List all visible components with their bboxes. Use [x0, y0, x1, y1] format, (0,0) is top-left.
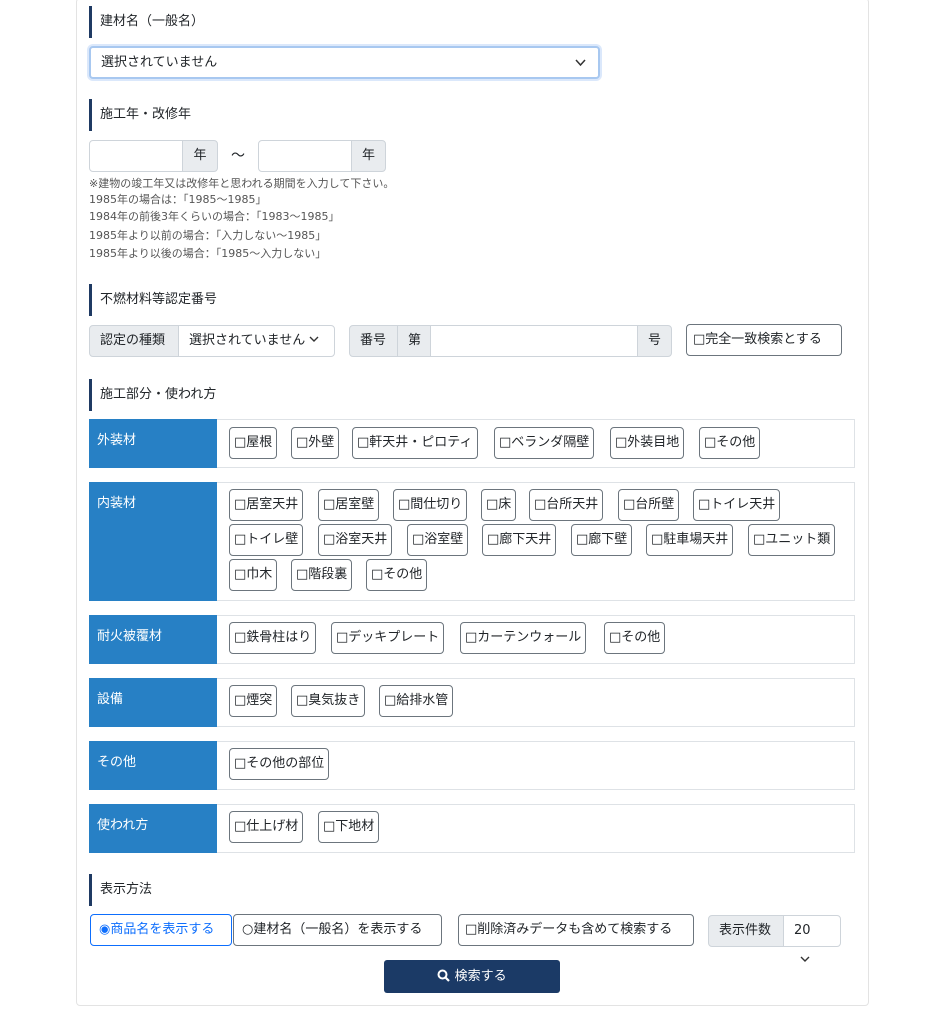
cert-number-label: 番号: [349, 325, 398, 357]
checkbox-exterior-wall[interactable]: □外壁: [291, 427, 340, 459]
checkbox-chimney[interactable]: □煙突: [229, 685, 278, 717]
section-title-display: 表示方法: [89, 874, 152, 906]
row-label-equipment: 設備: [89, 678, 217, 727]
year-from-input[interactable]: [89, 140, 183, 172]
checkbox-bath-wall[interactable]: □浴室壁: [407, 524, 469, 556]
row-label-fireproof: 耐火被覆材: [89, 615, 217, 664]
material-name-select[interactable]: 選択されていません: [89, 46, 600, 79]
checkbox-unit[interactable]: □ユニット類: [748, 524, 836, 556]
checkbox-partition[interactable]: □間仕切り: [393, 489, 468, 521]
cert-number-prefix: 第: [397, 325, 431, 357]
checkbox-eaves-ceiling[interactable]: □軒天井・ピロティ: [352, 427, 478, 459]
checkbox-toilet-ceiling[interactable]: □トイレ天井: [693, 489, 781, 521]
checkbox-veranda-partition[interactable]: □ベランダ隔壁: [494, 427, 595, 459]
row-label-other: その他: [89, 741, 217, 790]
result-count-select[interactable]: 20: [783, 915, 841, 962]
checkbox-finish[interactable]: □仕上げ材: [229, 811, 304, 843]
checkbox-interior-other[interactable]: □その他: [366, 559, 428, 591]
radio-product-name[interactable]: ◉商品名を表示する: [90, 914, 232, 946]
result-count-value: 20: [794, 923, 811, 938]
checkbox-plumbing[interactable]: □給排水管: [379, 685, 454, 717]
search-button[interactable]: 検索する: [384, 960, 560, 993]
cert-type-label: 認定の種類: [89, 325, 179, 357]
material-name-select-value: 選択されていません: [101, 55, 218, 70]
row-label-usage: 使われ方: [89, 804, 217, 853]
search-icon: [437, 969, 451, 984]
checkbox-kitchen-ceiling[interactable]: □台所天井: [529, 489, 604, 521]
checkbox-exterior-joint[interactable]: □外装目地: [610, 427, 685, 459]
checkbox-fireproof-other[interactable]: □その他: [604, 622, 666, 654]
row-label-interior: 内装材: [89, 482, 217, 601]
checkbox-roof[interactable]: □屋根: [229, 427, 278, 459]
checkbox-kitchen-wall[interactable]: □台所壁: [618, 489, 680, 521]
radio-material-name[interactable]: ○建材名（一般名）を表示する: [233, 914, 442, 946]
checkbox-floor[interactable]: □床: [481, 489, 517, 521]
checkbox-room-wall[interactable]: □居室壁: [318, 489, 380, 521]
checkbox-vent[interactable]: □臭気抜き: [291, 685, 366, 717]
checkbox-curtain-wall[interactable]: □カーテンウォール: [460, 622, 587, 654]
exact-match-checkbox[interactable]: □完全一致検索とする: [686, 324, 842, 356]
cert-number-suffix: 号: [637, 325, 672, 357]
checkbox-under-stairs[interactable]: □階段裏: [291, 559, 353, 591]
section-title-construction-year: 施工年・改修年: [89, 99, 191, 131]
row-body-usage: [217, 804, 855, 853]
search-button-label: 検索する: [454, 969, 507, 984]
year-help-example: 1985年より以前の場合：「入力しない〜1985」: [89, 229, 327, 242]
checkbox-parking-ceiling[interactable]: □駐車場天井: [646, 524, 734, 556]
result-count-label: 表示件数: [708, 915, 784, 947]
year-help-example: 1985年の場合は：「1985〜1985」: [89, 193, 267, 206]
year-to-input[interactable]: [258, 140, 352, 172]
year-range-separator: 〜: [231, 148, 245, 164]
include-deleted-checkbox[interactable]: □削除済みデータも含めて検索する: [458, 914, 694, 946]
checkbox-toilet-wall[interactable]: □トイレ壁: [229, 524, 304, 556]
chevron-down-icon: [309, 333, 319, 348]
checkbox-baseboard[interactable]: □巾木: [229, 559, 278, 591]
chevron-down-icon: [800, 953, 810, 968]
checkbox-room-ceiling[interactable]: □居室天井: [229, 489, 304, 521]
section-title-material-name: 建材名（一般名）: [89, 6, 204, 38]
cert-type-select-value: 選択されていません: [189, 333, 306, 348]
row-label-exterior: 外装材: [89, 419, 217, 468]
section-title-certification: 不燃材料等認定番号: [89, 284, 217, 316]
year-to-unit: 年: [351, 140, 386, 172]
year-help-example: 1984年の前後3年くらいの場合：「1983〜1985」: [89, 210, 340, 223]
checkbox-exterior-other[interactable]: □その他: [699, 427, 761, 459]
chevron-down-icon: [575, 48, 586, 88]
checkbox-deck-plate[interactable]: □デッキプレート: [331, 622, 445, 654]
checkbox-base-material[interactable]: □下地材: [318, 811, 380, 843]
checkbox-bath-ceiling[interactable]: □浴室天井: [318, 524, 393, 556]
year-help-example: 1985年より以後の場合：「1985〜入力しない」: [89, 247, 327, 260]
checkbox-corridor-wall[interactable]: □廊下壁: [571, 524, 633, 556]
checkbox-steel-beam[interactable]: □鉄骨柱はり: [229, 622, 317, 654]
checkbox-corridor-ceiling[interactable]: □廊下天井: [482, 524, 557, 556]
cert-number-input[interactable]: [430, 325, 638, 357]
year-from-unit: 年: [182, 140, 218, 172]
checkbox-other-part[interactable]: □その他の部位: [229, 748, 330, 780]
section-title-parts: 施工部分・使われ方: [89, 379, 216, 411]
cert-type-select[interactable]: 選択されていません: [178, 325, 335, 357]
